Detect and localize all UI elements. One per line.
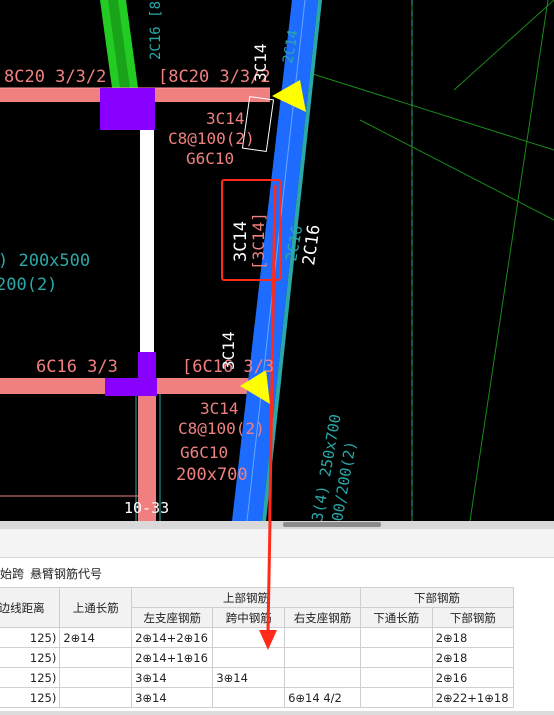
col-header-bottom-through[interactable]: 下通长筋 xyxy=(359,607,433,628)
cell-left-support[interactable]: 2⊕14+2⊕16 xyxy=(131,627,214,648)
table-row[interactable]: 125) 2⊕14 2⊕14+2⊕16 2⊕18 xyxy=(0,627,515,648)
cell-right-support[interactable] xyxy=(284,627,361,648)
cell-right-support[interactable] xyxy=(284,667,361,688)
cell-left-distance[interactable]: 125) xyxy=(0,687,61,708)
col-header-top-group: 上部钢筋 xyxy=(131,587,361,608)
cell-mid-span[interactable] xyxy=(212,647,286,668)
column-top[interactable] xyxy=(100,88,155,130)
cell-bottom-through[interactable] xyxy=(359,627,433,648)
cad-drawing[interactable]: 8C20 3/3/2 [8C20 3/3/2 2C16 [8C16 3C14 2… xyxy=(0,0,554,521)
cell-bottom[interactable]: 2⊕18 xyxy=(431,647,515,668)
label-stirrup-low: C8@100(2) xyxy=(178,419,265,438)
cell-bottom[interactable]: 2⊕22+1⊕18 xyxy=(431,687,515,708)
column-middle[interactable] xyxy=(105,378,157,396)
col-header-top-through[interactable]: 上通长筋 xyxy=(59,587,133,628)
label-3c14-bracket: [3C14] xyxy=(249,212,268,270)
cell-right-support[interactable] xyxy=(284,647,361,668)
rebar-table: 距左边线距离 上通长筋 上部钢筋 下部钢筋 左支座钢筋 跨中钢筋 右支座钢筋 下… xyxy=(0,587,554,711)
beam-rebar-panel: 始跨 悬臂钢筋代号 距左边线距离 上通长筋 上部钢筋 下部钢筋 左支座钢筋 跨中… xyxy=(0,529,554,715)
label-beam-size-left: ) 200x500 xyxy=(0,251,90,271)
label-2c16-right-b: 2C16 xyxy=(299,223,325,266)
cell-bottom-through[interactable] xyxy=(359,647,433,668)
table-row[interactable]: 125) 3⊕14 6⊕14 4/2 2⊕22+1⊕18 xyxy=(0,687,515,708)
label-stirrup-left: 200(2) xyxy=(0,275,57,295)
cell-right-support[interactable]: 6⊕14 4/2 xyxy=(284,687,361,708)
cell-top-through[interactable] xyxy=(59,647,133,668)
label-stirrup-top: C8@100(2) xyxy=(168,129,255,148)
col-header-bottom-steel[interactable]: 下部钢筋 xyxy=(431,607,515,628)
label-3c14-vertical-mid: 3C14 xyxy=(219,331,238,370)
cell-top-through[interactable] xyxy=(59,687,133,708)
column-middle-upper[interactable] xyxy=(138,352,156,378)
cell-left-support[interactable]: 3⊕14 xyxy=(131,687,214,708)
table-header-row-1: 距左边线距离 上通长筋 上部钢筋 下部钢筋 xyxy=(0,587,515,628)
panel-bottom-edge xyxy=(0,711,554,715)
panel-toolbar: 始跨 悬臂钢筋代号 xyxy=(0,557,554,589)
cad-drawing-canvas[interactable]: 8C20 3/3/2 [8C20 3/3/2 2C16 [8C16 3C14 2… xyxy=(0,0,554,521)
cell-bottom[interactable]: 2⊕16 xyxy=(431,667,515,688)
col-header-right-support[interactable]: 右支座钢筋 xyxy=(284,607,361,628)
label-3c14-low: 3C14 xyxy=(200,399,239,418)
cell-top-through[interactable]: 2⊕14 xyxy=(59,627,133,648)
cell-bottom[interactable]: 2⊕18 xyxy=(431,627,515,648)
label-g6-low: G6C10 xyxy=(180,443,228,462)
label-3c14-vertical-top: 3C14 xyxy=(251,43,270,82)
cell-mid-span[interactable] xyxy=(212,627,286,648)
tab-cantilever-code[interactable]: 悬臂钢筋代号 xyxy=(30,565,102,582)
cell-mid-span[interactable] xyxy=(212,687,286,708)
cell-bottom-through[interactable] xyxy=(359,687,433,708)
cell-left-distance[interactable]: 125) xyxy=(0,647,61,668)
label-3c14-redbox: 3C14 xyxy=(231,221,251,262)
vertical-beam-white[interactable] xyxy=(140,88,154,378)
beam-label-top-left: 8C20 3/3/2 xyxy=(4,67,106,87)
cell-top-through[interactable] xyxy=(59,667,133,688)
label-3c14-top: 3C14 xyxy=(206,109,245,128)
table-row[interactable]: 125) 2⊕14+1⊕16 2⊕18 xyxy=(0,647,515,668)
cell-left-support[interactable]: 2⊕14+1⊕16 xyxy=(131,647,214,668)
label-beam-size-low: 200x700 xyxy=(176,465,248,485)
col-header-left-distance[interactable]: 距左边线距离 xyxy=(0,587,61,628)
col-header-mid-span[interactable]: 跨中钢筋 xyxy=(212,607,286,628)
cell-bottom-through[interactable] xyxy=(359,667,433,688)
label-g6-top: G6C10 xyxy=(186,149,234,168)
cell-left-support[interactable]: 3⊕14 xyxy=(131,667,214,688)
cell-left-distance[interactable]: 125) xyxy=(0,627,61,648)
cell-left-distance[interactable]: 125) xyxy=(0,667,61,688)
col-header-left-support[interactable]: 左支座钢筋 xyxy=(131,607,214,628)
horizontal-scrollbar[interactable] xyxy=(0,521,554,529)
axis-label: 10-33 xyxy=(124,499,169,517)
tab-start-span[interactable]: 始跨 xyxy=(0,565,24,582)
beam-label-mid-left: 6C16 3/3 xyxy=(36,357,118,377)
table-row[interactable]: 125) 3⊕14 3⊕14 2⊕16 xyxy=(0,667,515,688)
green-column-label: 2C16 [8C16 xyxy=(148,0,164,60)
scrollbar-thumb[interactable] xyxy=(283,522,381,527)
col-header-bottom-group: 下部钢筋 xyxy=(359,587,515,608)
cell-mid-span[interactable]: 3⊕14 xyxy=(212,667,286,688)
